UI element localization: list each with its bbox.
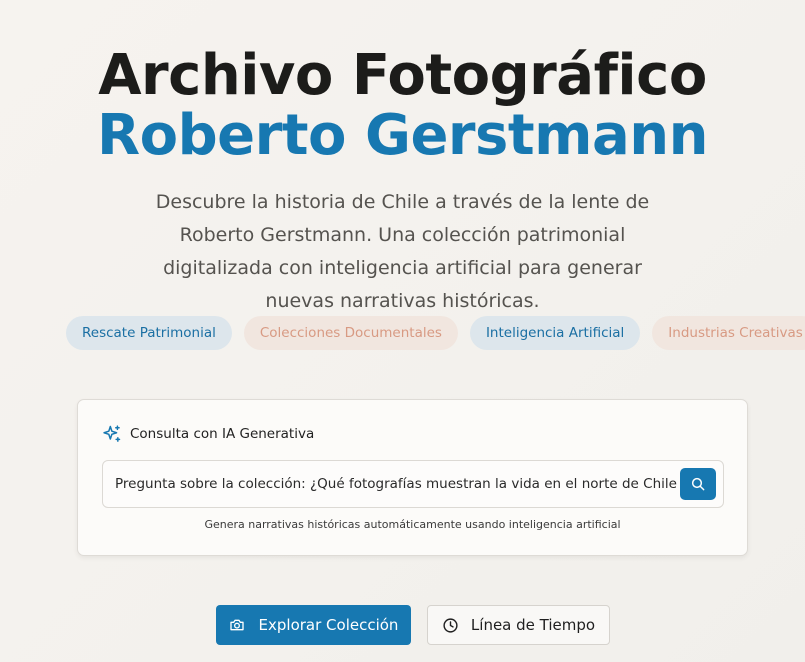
- search-button[interactable]: [680, 468, 716, 500]
- page-title: Archivo Fotográfico: [98, 43, 707, 108]
- explore-collection-button[interactable]: Explorar Colección: [216, 605, 411, 645]
- tag-inteligencia-artificial: Inteligencia Artificial: [469, 316, 641, 350]
- tag-rescate-patrimonial: Rescate Patrimonial: [66, 316, 232, 350]
- explore-collection-label: Explorar Colección: [258, 616, 399, 634]
- ai-search-box: [102, 460, 724, 508]
- camera-icon: [229, 617, 245, 633]
- clock-icon: [442, 617, 459, 634]
- ai-card-header: Consulta con IA Generativa: [102, 424, 314, 444]
- tag-list: Rescate Patrimonial Colecciones Document…: [66, 316, 805, 350]
- timeline-label: Línea de Tiempo: [470, 616, 596, 634]
- tag-colecciones-documentales: Colecciones Documentales: [243, 316, 458, 350]
- ai-search-input[interactable]: [115, 461, 677, 507]
- ai-card-note: Genera narrativas históricas automáticam…: [204, 518, 621, 531]
- timeline-button[interactable]: Línea de Tiempo: [427, 605, 610, 645]
- hero-subtitle: Descubre la historia de Chile a través d…: [155, 191, 650, 312]
- page-title-highlight: Roberto Gerstmann: [96, 103, 709, 168]
- ai-query-card: Consulta con IA Generativa Genera narrat…: [77, 399, 748, 556]
- ai-card-title: Consulta con IA Generativa: [130, 426, 315, 442]
- sparkles-icon: [102, 424, 122, 444]
- tag-industrias-creativas: Industrias Creativas: [652, 316, 805, 350]
- search-icon: [690, 476, 706, 492]
